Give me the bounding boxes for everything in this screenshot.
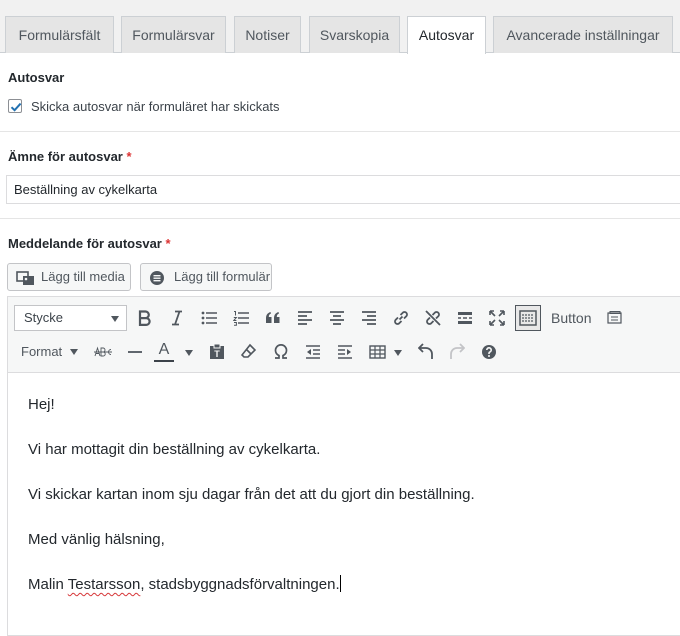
align-center-icon[interactable] [329, 310, 345, 326]
text-color-icon[interactable]: A [154, 341, 174, 362]
text-caret [339, 575, 341, 592]
media-icon [16, 269, 36, 295]
subject-input[interactable] [6, 175, 680, 204]
paste-as-text-icon[interactable]: T [209, 343, 225, 360]
toolbar-toggle-icon[interactable] [515, 305, 541, 331]
content-text: , stadsbyggnadsförvaltningen. [140, 576, 340, 593]
unlink-icon[interactable] [424, 309, 442, 327]
chevron-down-icon [69, 349, 78, 355]
content-line: Med vänlig hälsning, [28, 531, 165, 548]
subject-label: Ämne för autosvar * [8, 149, 132, 164]
italic-icon[interactable] [170, 310, 184, 326]
divider [0, 218, 680, 219]
outdent-icon[interactable] [305, 344, 321, 360]
tab-avancerade-installningar[interactable]: Avancerade inställningar [493, 16, 673, 53]
add-form-button[interactable]: Lägg till formulär [140, 263, 272, 291]
content-line: Hej! [28, 396, 55, 413]
fullscreen-icon[interactable] [489, 310, 505, 326]
paragraph-format-select[interactable]: Stycke [14, 305, 127, 331]
paragraph-format-value: Stycke [24, 310, 64, 325]
text-color-letter: A [158, 341, 170, 358]
redo-icon[interactable] [449, 343, 465, 360]
tab-formularsvar[interactable]: Formulärsvar [121, 16, 226, 53]
autoreply-checkbox-label: Skicka autosvar när formuläret har skick… [31, 99, 280, 114]
form-icon [149, 269, 165, 295]
editor-toolbar: Stycke Button Format A T [8, 297, 680, 373]
tab-autosvar[interactable]: Autosvar [407, 16, 486, 54]
text-color-bar [154, 360, 174, 362]
checkmark-icon [10, 102, 22, 112]
content-line: Vi skickar kartan inom sju dagar från de… [28, 486, 475, 503]
format-menu-label: Format [21, 344, 63, 359]
strikethrough-icon[interactable] [94, 346, 112, 358]
divider [0, 131, 680, 132]
add-media-button[interactable]: Lägg till media [7, 263, 131, 291]
svg-text:T: T [214, 349, 220, 359]
autoreply-title: Autosvar [8, 70, 65, 85]
add-media-label: Lägg till media [41, 269, 125, 284]
chevron-down-icon[interactable] [185, 350, 193, 356]
shortcode-icon[interactable] [607, 310, 623, 326]
misspelled-word[interactable]: Testarsson [68, 576, 141, 593]
chevron-down-icon [111, 316, 119, 322]
link-icon[interactable] [392, 309, 410, 327]
bullet-list-icon[interactable] [201, 310, 217, 326]
tab-svarskopia[interactable]: Svarskopia [309, 16, 400, 53]
required-mark: * [126, 149, 132, 164]
tab-bar: Formulärsfält Formulärsvar Notiser Svars… [0, 0, 680, 54]
undo-icon[interactable] [418, 343, 434, 360]
button-shortcode-button[interactable]: Button [551, 310, 591, 326]
clear-formatting-icon[interactable] [241, 343, 257, 360]
chevron-down-icon[interactable] [394, 350, 402, 356]
indent-icon[interactable] [337, 344, 353, 360]
special-character-icon[interactable] [273, 343, 289, 359]
autoreply-checkbox[interactable] [8, 99, 22, 113]
content-line: Malin Testarsson, stadsbyggnadsförvaltni… [28, 575, 341, 593]
format-menu[interactable]: Format [21, 344, 78, 359]
blockquote-icon[interactable] [265, 310, 281, 326]
numbered-list-icon[interactable] [233, 310, 249, 326]
add-form-label: Lägg till formulär [174, 269, 271, 284]
content-line: Vi har mottagit din beställning av cykel… [28, 441, 321, 458]
bold-icon[interactable] [138, 310, 152, 326]
tab-formularsfalt[interactable]: Formulärsfält [5, 16, 114, 53]
read-more-icon[interactable] [457, 310, 473, 326]
horizontal-line-icon[interactable] [127, 344, 143, 360]
required-mark: * [165, 236, 171, 251]
tab-notiser[interactable]: Notiser [234, 16, 301, 53]
message-label: Meddelande för autosvar * [8, 236, 171, 251]
align-left-icon[interactable] [297, 310, 313, 326]
message-editor[interactable]: Stycke Button Format A T Hej! Vi har mot… [7, 296, 680, 636]
content-text: Malin [28, 576, 64, 593]
table-icon[interactable] [369, 344, 386, 360]
help-icon[interactable] [481, 344, 497, 360]
align-right-icon[interactable] [361, 310, 377, 326]
